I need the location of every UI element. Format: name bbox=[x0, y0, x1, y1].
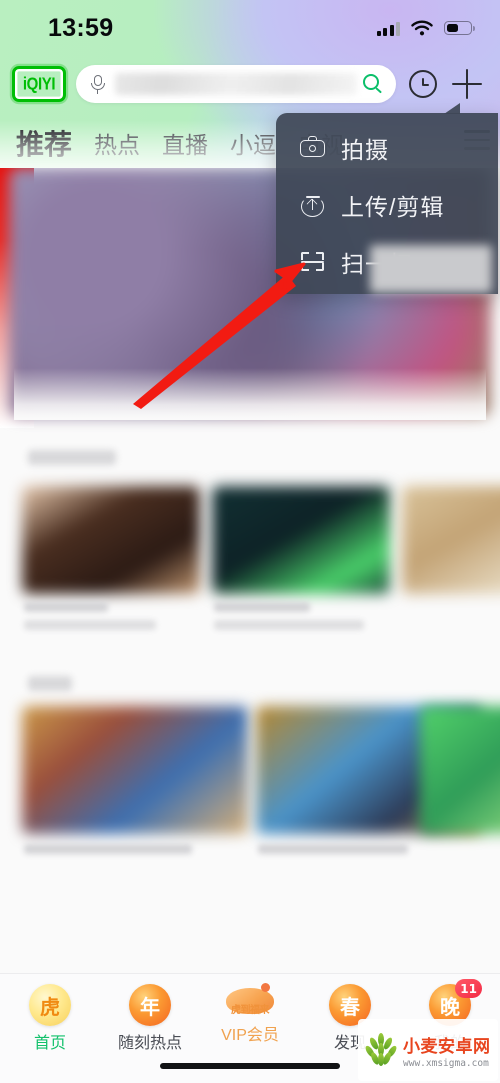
plus-icon[interactable] bbox=[450, 67, 484, 101]
card-thumbnail bbox=[212, 486, 390, 594]
search-icon[interactable] bbox=[363, 73, 384, 95]
status-bar-time: 13:59 bbox=[48, 13, 114, 42]
hero-banner-fade bbox=[14, 368, 486, 420]
nav-label-home: 首页 bbox=[33, 1035, 66, 1052]
card-caption-blurred bbox=[214, 602, 310, 612]
card-thumbnail bbox=[420, 706, 500, 834]
status-bar-icons bbox=[376, 20, 475, 36]
card-caption-blurred bbox=[24, 620, 156, 630]
blurred-overlay-rectangle bbox=[370, 245, 492, 293]
camera-icon bbox=[300, 135, 325, 160]
header-search-row: iQIYI bbox=[0, 58, 500, 110]
scan-qr-icon bbox=[300, 249, 325, 274]
card-thumbnail bbox=[402, 486, 500, 594]
card-thumbnail bbox=[22, 486, 200, 594]
nav-item-home[interactable]: 虎 首页 bbox=[0, 984, 100, 1053]
card-thumbnail bbox=[22, 706, 248, 834]
upload-icon bbox=[300, 192, 325, 217]
iqiyi-logo[interactable]: iQIYI bbox=[12, 66, 66, 102]
section-title-blurred bbox=[28, 450, 116, 465]
battery-icon bbox=[444, 21, 475, 35]
notification-badge: 11 bbox=[455, 979, 482, 998]
cellular-signal-icon bbox=[376, 21, 400, 36]
watermark: 小麦安卓网 www.xmsigma.com bbox=[358, 1019, 498, 1081]
wifi-icon bbox=[411, 20, 433, 36]
status-bar: 13:59 bbox=[0, 0, 500, 56]
menu-item-upload-edit[interactable]: 上传/剪辑 bbox=[276, 176, 498, 233]
home-tiger-coin-icon: 虎 bbox=[29, 984, 71, 1026]
home-indicator bbox=[160, 1063, 340, 1069]
search-input[interactable] bbox=[76, 65, 396, 103]
nav-item-vip[interactable]: 虎到福来 VIP会员 bbox=[200, 983, 300, 1045]
vip-mascot-icon: 虎到福来 bbox=[222, 983, 278, 1018]
menu-item-shoot-label: 拍摄 bbox=[341, 136, 389, 163]
microphone-icon[interactable] bbox=[90, 74, 105, 94]
card-caption-blurred bbox=[24, 844, 192, 854]
vip-sub-label: 虎到福来 bbox=[231, 1005, 270, 1016]
watermark-url: www.xmsigma.com bbox=[403, 1057, 489, 1069]
search-query-text-blurred bbox=[115, 73, 357, 95]
watermark-site-name: 小麦安卓网 bbox=[403, 1036, 491, 1056]
card-caption-blurred bbox=[24, 602, 108, 612]
card-caption-blurred bbox=[214, 620, 364, 630]
section-title-blurred bbox=[28, 676, 72, 691]
nav-label-vip: VIP会员 bbox=[221, 1027, 279, 1044]
clock-history-icon[interactable] bbox=[406, 67, 440, 101]
iqiyi-logo-text: iQIYI bbox=[22, 74, 56, 94]
menu-item-shoot[interactable]: 拍摄 bbox=[276, 119, 498, 176]
phone-screen: 13:59 iQIYI 虎 首页 年 随刻热点 虎到福来 VIP会员 春 发现 … bbox=[0, 0, 500, 1083]
menu-item-upload-edit-label: 上传/剪辑 bbox=[341, 193, 445, 220]
dropdown-caret bbox=[444, 103, 460, 114]
wheat-logo-icon bbox=[363, 1033, 399, 1067]
nian-coin-icon: 年 bbox=[129, 984, 171, 1026]
nav-label-suike-hotspot: 随刻热点 bbox=[117, 1035, 182, 1052]
nav-item-suike-hotspot[interactable]: 年 随刻热点 bbox=[100, 984, 200, 1053]
card-caption-blurred bbox=[258, 844, 408, 854]
